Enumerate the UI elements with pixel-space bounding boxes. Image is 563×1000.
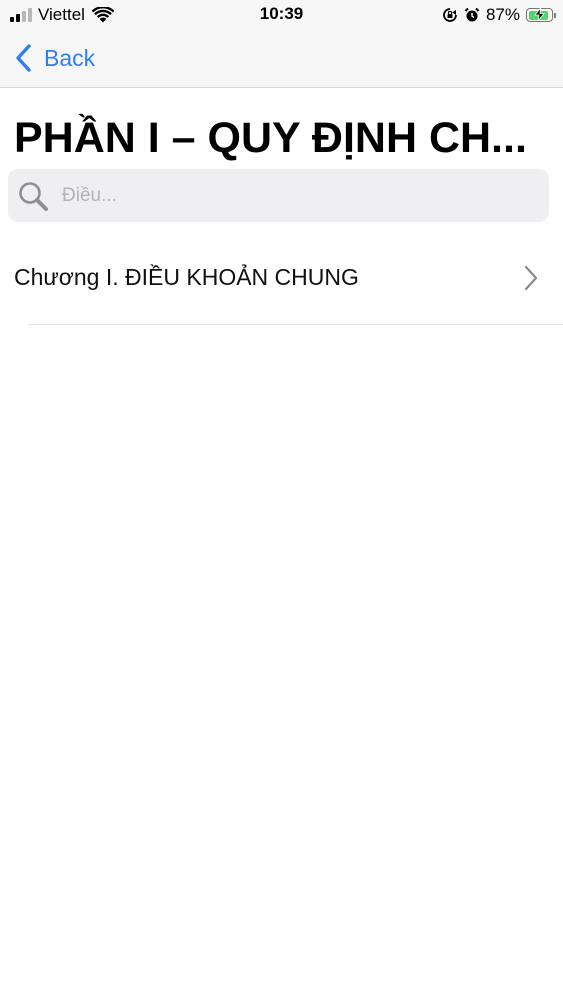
screen: Viettel 10:39 87% Back PHẦN I – QUY ĐỊNH… xyxy=(0,0,563,1000)
chapter-list: Chương I. ĐIỀU KHOẢN CHUNG xyxy=(0,230,563,325)
navigation-bar: Back xyxy=(0,30,563,88)
back-button[interactable]: Back xyxy=(14,40,95,76)
battery-percent: 87% xyxy=(485,5,520,24)
status-right: 87% xyxy=(442,4,556,26)
chevron-left-icon xyxy=(16,44,31,72)
search-icon xyxy=(19,181,48,211)
chevron-right-icon xyxy=(524,265,538,290)
list-separator xyxy=(28,324,563,325)
status-bar: Viettel 10:39 87% xyxy=(0,0,563,30)
orientation-lock-icon xyxy=(443,8,457,22)
back-button-label: Back xyxy=(44,44,96,71)
alarm-icon xyxy=(464,7,480,22)
battery-nub xyxy=(554,12,556,18)
battery-icon xyxy=(526,8,556,22)
search-input[interactable] xyxy=(62,184,502,207)
search-bar[interactable] xyxy=(8,169,549,222)
list-item[interactable]: Chương I. ĐIỀU KHOẢN CHUNG xyxy=(0,230,563,325)
charging-bolt-icon xyxy=(534,8,545,21)
top-chrome: Viettel 10:39 87% Back xyxy=(0,0,563,88)
list-item-label: Chương I. ĐIỀU KHOẢN CHUNG xyxy=(14,264,359,290)
page-title: PHẦN I – QUY ĐỊNH CH... xyxy=(14,114,527,162)
